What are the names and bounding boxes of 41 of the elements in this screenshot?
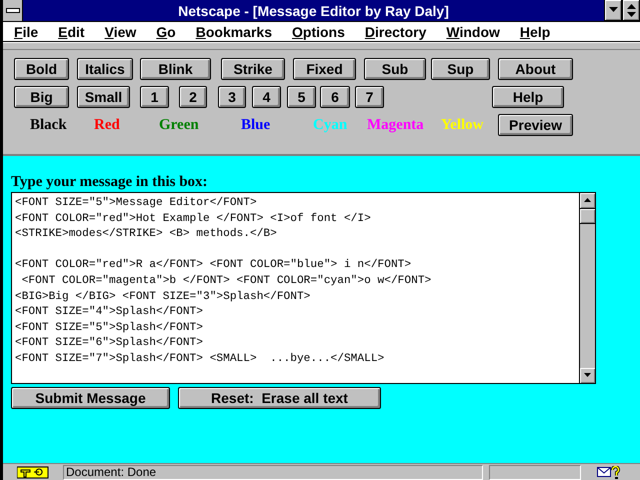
menu-item[interactable]: Options xyxy=(292,24,345,40)
menu-item[interactable]: Go xyxy=(156,24,176,40)
format-button[interactable]: 4 xyxy=(252,86,281,108)
format-button[interactable]: Help xyxy=(492,86,564,108)
menu-item[interactable]: View xyxy=(104,24,136,40)
restore-icon[interactable] xyxy=(622,0,640,21)
format-button[interactable]: Italics xyxy=(77,58,133,80)
format-button[interactable]: 6 xyxy=(320,86,350,108)
menu-item[interactable]: Bookmarks xyxy=(196,24,272,40)
scroll-bar[interactable] xyxy=(579,193,595,383)
help-icon[interactable] xyxy=(611,466,620,478)
format-button[interactable]: 7 xyxy=(355,86,384,108)
format-button[interactable]: 5 xyxy=(287,86,316,108)
system-menu-icon[interactable] xyxy=(3,0,23,21)
security-key-icon xyxy=(17,466,49,478)
format-button[interactable]: Small xyxy=(77,86,130,108)
menu-item[interactable]: File xyxy=(14,24,38,40)
menu-item[interactable]: Help xyxy=(520,24,550,40)
minimize-icon[interactable] xyxy=(604,0,622,21)
format-button[interactable]: Fixed xyxy=(293,58,356,80)
format-button[interactable]: 1 xyxy=(140,86,169,108)
format-button[interactable]: Big xyxy=(14,86,69,108)
format-button[interactable]: Sub xyxy=(364,58,426,80)
format-button[interactable]: Bold xyxy=(14,58,69,80)
format-button[interactable]: Blink xyxy=(140,58,211,80)
window-title: Netscape - [Message Editor by Ray Daly] xyxy=(177,2,450,18)
form-button[interactable]: Submit Message xyxy=(11,387,170,409)
status-text: Document: Done xyxy=(63,464,483,480)
format-button[interactable]: 2 xyxy=(179,86,207,108)
format-button[interactable]: About xyxy=(498,58,573,80)
message-prompt: Type your message in this box: xyxy=(11,174,209,192)
format-button[interactable]: 3 xyxy=(218,86,246,108)
menu-item[interactable]: Directory xyxy=(364,24,426,40)
preview-button[interactable]: Preview xyxy=(498,114,573,136)
format-button[interactable]: Strike xyxy=(221,58,285,80)
message-field[interactable]: <FONT SIZE="5">Message Editor</FONT> <FONT COLOR="red">Hot Example </FONT> <I>of font </I> <STRIKE>modes</STRIKE> <B> methods.</B> <FONT COLOR="red">R a</FONT> <FONT COLOR="blue"> i n</FONT> <FONT COLOR="magenta">b </FONT> <FONT COLOR="cyan">o w</FONT> <BIG>Big </BIG> <FONT SIZE="3">Splash</FONT> <FONT SIZE="4">Splash</FONT> <FONT SIZE="5">Splash</FONT> <FONT SIZE="6">Splash</FONT> <FONT SIZE="7">Splash</FONT> <SMALL> ...bye...</SMALL> xyxy=(11,192,596,384)
menu-item[interactable]: Window xyxy=(446,24,500,40)
menu-item[interactable]: Edit xyxy=(58,24,85,40)
form-button[interactable]: Reset: Erase all text xyxy=(178,387,381,409)
mail-icon[interactable] xyxy=(597,467,611,477)
format-button[interactable]: Sup xyxy=(431,58,490,80)
